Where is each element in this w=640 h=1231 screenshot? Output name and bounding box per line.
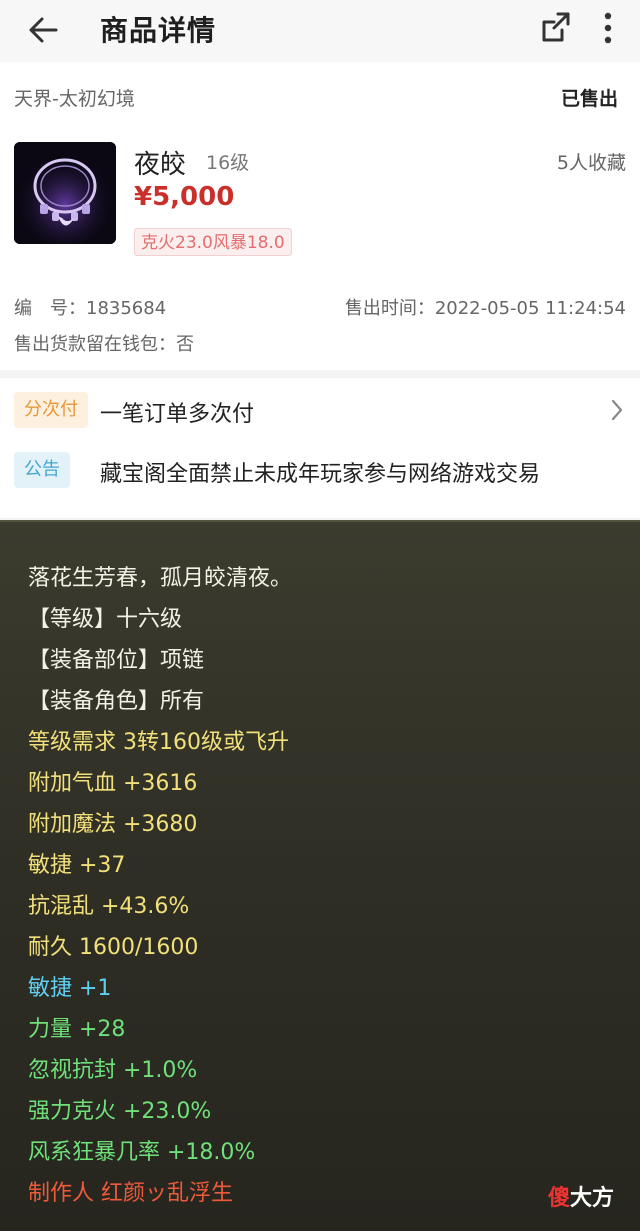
tooltip-line: 敏捷 +1 [28,976,112,1001]
tooltip-line: 落花生芳春，孤月皎清夜。 [28,566,293,591]
watermark: 傻大方 [548,1186,615,1211]
item-level: 16级 [206,152,250,174]
tooltip-line: 敏捷 +37 [28,853,126,878]
notice-badge: 公告 [14,452,70,488]
attribute-tag: 克火23.0风暴18.0 [134,228,292,256]
tooltip-line: 制作人 红颜ッ乱浮生 [28,1181,233,1206]
listing-card: 天界-太初幻境 已售出 夜皎 16级 5人收藏 ¥5,000 克火23.0风暴1… [0,62,640,370]
back-arrow-icon[interactable] [26,10,66,50]
tooltip-line: 耐久 1600/1600 [28,935,199,960]
favorites-count[interactable]: 5人收藏 [557,148,626,175]
page-title: 商品详情 [100,14,217,47]
server-name: 天界-太初幻境 [14,88,135,110]
tooltip-line: 力量 +28 [28,1017,126,1042]
tooltip-line: 忽视抗封 +1.0% [28,1058,198,1083]
tooltip-line: 【装备部位】项链 [28,648,205,673]
tooltip-line: 【装备角色】所有 [28,689,205,714]
sold-time: 售出时间：2022-05-05 11:24:54 [344,298,626,319]
tooltip-line: 抗混乱 +43.6% [28,894,190,919]
promo-section: 分次付 一笔订单多次付 公告 藏宝阁全面禁止未成年玩家参与网络游戏交易 [0,378,640,518]
app-header: 商品详情 [0,0,640,62]
item-thumbnail[interactable] [14,142,116,244]
tooltip-line: 附加气血 +3616 [28,771,198,796]
tooltip-line: 风系狂暴几率 +18.0% [28,1140,256,1165]
necklace-icon [14,142,116,244]
item-price: ¥5,000 [134,182,235,212]
more-vertical-icon[interactable] [596,8,620,48]
item-tooltip: 落花生芳春，孤月皎清夜。 【等级】十六级 【装备部位】项链 【装备角色】所有等级需求 … [0,520,640,1231]
tooltip-line: 【等级】十六级 [28,607,183,632]
wallet-setting: 售出货款留在钱包：否 [14,334,194,355]
listing-id: 编 号：1835684 [14,298,167,319]
notice-text: 藏宝阁全面禁止未成年玩家参与网络游戏交易 [100,462,541,487]
status-badge: 已售出 [560,88,618,110]
chevron-right-icon [611,399,623,421]
installment-text: 一笔订单多次付 [100,402,255,427]
tooltip-line: 强力克火 +23.0% [28,1099,212,1124]
item-name: 夜皎 [134,150,187,180]
share-icon[interactable] [536,8,576,48]
tooltip-line: 附加魔法 +3680 [28,812,198,837]
installment-badge: 分次付 [14,392,88,428]
tooltip-line: 等级需求 3转160级或飞升 [28,730,289,755]
